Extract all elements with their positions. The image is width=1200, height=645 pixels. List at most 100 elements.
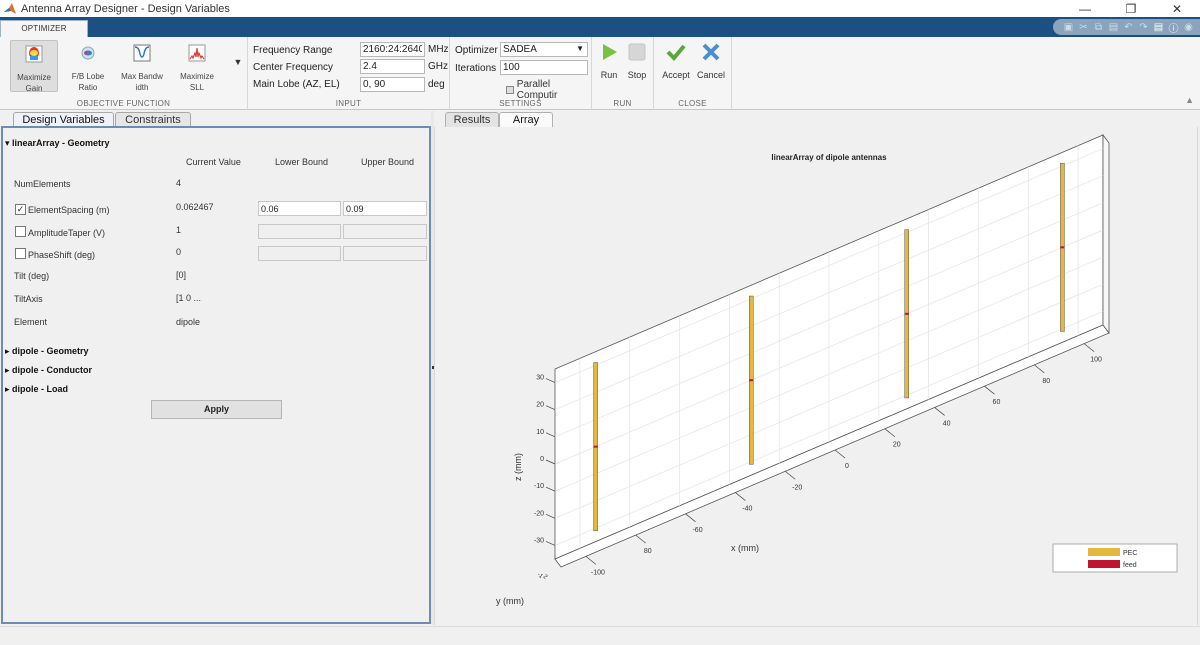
save-icon[interactable]: ▣ bbox=[1062, 21, 1075, 34]
group-dipole-conductor[interactable]: ▸ dipole - Conductor bbox=[5, 365, 92, 376]
accept-button[interactable]: Accept bbox=[659, 42, 693, 80]
elementspacing-lower-input[interactable] bbox=[258, 201, 341, 216]
row-value-amplitudetaper: 1 bbox=[176, 225, 182, 235]
row-label-tilt: Tilt (deg) bbox=[14, 271, 50, 281]
legend-swatch-pec bbox=[1088, 548, 1120, 556]
z-tick bbox=[545, 378, 556, 383]
elementspacing-checkbox[interactable]: ✓ bbox=[15, 204, 26, 215]
maximize-gain-button[interactable]: Maximize Gain bbox=[10, 40, 58, 93]
expand-icon[interactable]: ◉ bbox=[1182, 21, 1195, 34]
z-tick-label: 0 bbox=[540, 456, 544, 463]
fb-lobe-label-2: Ratio bbox=[78, 83, 98, 92]
z-tick-label: -10 bbox=[534, 483, 544, 490]
fb-lobe-ratio-button[interactable]: F/B Lobe Ratio bbox=[64, 40, 112, 92]
optimizer-select[interactable]: SADEA ▼ bbox=[500, 42, 588, 57]
feed-point-4 bbox=[1060, 246, 1065, 249]
objective-function-section: Maximize Gain F/B Lobe Ratio Max Bandw i… bbox=[0, 37, 248, 110]
group-lineararray-geometry[interactable]: ▾ linearArray - Geometry bbox=[5, 138, 110, 149]
status-bar bbox=[0, 626, 1200, 645]
elementspacing-upper-input[interactable] bbox=[343, 201, 427, 216]
row-value-tiltaxis: [1 0 ... bbox=[176, 293, 202, 303]
x-tick bbox=[934, 407, 945, 416]
center-frequency-input[interactable] bbox=[360, 59, 425, 74]
amplitudetaper-upper-input[interactable] bbox=[343, 224, 427, 239]
array-view-panel: linearArray of dipole antennas 30 20 10 0 -1… bbox=[434, 127, 1198, 625]
y-axis-label: y (mm) bbox=[496, 596, 524, 606]
ribbon: Maximize Gain F/B Lobe Ratio Max Bandw i… bbox=[0, 37, 1200, 110]
x-tick bbox=[784, 470, 796, 480]
z-tick bbox=[545, 513, 556, 519]
z-tick bbox=[545, 541, 556, 546]
max-bandwidth-label-2: idth bbox=[135, 83, 149, 92]
frequency-range-unit: MHz bbox=[428, 44, 449, 55]
amplitudetaper-lower-input[interactable] bbox=[258, 224, 341, 239]
close-section-label: CLOSE bbox=[678, 99, 707, 108]
legend-swatch-feed bbox=[1088, 560, 1120, 568]
main-lobe-input[interactable] bbox=[360, 77, 425, 92]
stop-button[interactable]: Stop bbox=[620, 42, 654, 80]
cancel-label: Cancel bbox=[696, 70, 725, 80]
apply-button[interactable]: Apply bbox=[151, 400, 282, 419]
x-tick-label: 40 bbox=[943, 420, 951, 427]
x-axis-label: x (mm) bbox=[731, 543, 759, 553]
layout-icon[interactable]: ▤ bbox=[1152, 21, 1165, 34]
amplitudetaper-checkbox[interactable] bbox=[15, 226, 26, 237]
maximize-sll-label-2: SLL bbox=[189, 83, 205, 92]
maximize-sll-label-1: Maximize bbox=[180, 72, 214, 81]
z-tick-label: -30 bbox=[534, 537, 544, 544]
more-objectives-dropdown[interactable]: ▼ bbox=[232, 57, 244, 77]
x-tick-label: 80 bbox=[1042, 378, 1050, 385]
x-tick-label: 60 bbox=[993, 399, 1001, 406]
tab-results[interactable]: Results bbox=[445, 112, 499, 128]
copy-icon[interactable]: ⧉ bbox=[1092, 21, 1105, 34]
tab-optimizer[interactable]: OPTIMIZER bbox=[0, 20, 88, 37]
window-titlebar: Antenna Array Designer - Design Variable… bbox=[0, 0, 1200, 17]
array-3d-plot[interactable]: linearArray of dipole antennas 3020100-1… bbox=[435, 127, 1199, 625]
legend: PEC feed bbox=[1052, 543, 1178, 573]
group-dipole-geometry[interactable]: ▸ dipole - Geometry bbox=[5, 346, 89, 357]
z-tick bbox=[545, 432, 556, 438]
iterations-input[interactable] bbox=[500, 60, 588, 75]
close-button[interactable]: ✕ bbox=[1154, 0, 1200, 17]
phaseshift-checkbox[interactable] bbox=[15, 248, 26, 259]
play-icon bbox=[603, 44, 617, 60]
tab-array[interactable]: Array bbox=[499, 112, 553, 128]
frequency-range-label: Frequency Range bbox=[253, 45, 333, 56]
input-section: Frequency Range MHz Center Frequency GHz… bbox=[248, 37, 450, 110]
cancel-button[interactable]: Cancel bbox=[694, 42, 728, 80]
restore-button[interactable]: ❐ bbox=[1108, 0, 1154, 17]
phaseshift-upper-input[interactable] bbox=[343, 246, 427, 261]
x-tick-label: -100 bbox=[591, 569, 605, 576]
stop-icon bbox=[628, 43, 646, 61]
phaseshift-lower-input[interactable] bbox=[258, 246, 341, 261]
row-value-phaseshift: 0 bbox=[176, 247, 182, 257]
max-bandwidth-button[interactable]: Max Bandw idth bbox=[118, 40, 166, 92]
cut-icon[interactable]: ✂ bbox=[1077, 21, 1090, 34]
paste-icon[interactable]: ▤ bbox=[1107, 21, 1120, 34]
feed-point-1 bbox=[593, 445, 598, 448]
maximize-sll-button[interactable]: Maximize SLL bbox=[173, 40, 221, 92]
collapse-ribbon-icon[interactable]: ▲ bbox=[1185, 95, 1194, 105]
row-value-tilt: [0] bbox=[176, 270, 187, 280]
accept-label: Accept bbox=[662, 70, 690, 80]
x-tick bbox=[834, 449, 846, 459]
x-tick-label: 100 bbox=[1090, 357, 1102, 364]
group-dipole-load[interactable]: ▸ dipole - Load bbox=[5, 384, 68, 395]
z-tick-label: 20 bbox=[536, 402, 544, 409]
iterations-label: Iterations bbox=[455, 63, 497, 74]
row-label-element: Element bbox=[14, 317, 48, 327]
optimizer-value: SADEA bbox=[503, 44, 537, 55]
frequency-range-input[interactable] bbox=[360, 42, 425, 57]
minimize-button[interactable]: — bbox=[1062, 0, 1108, 17]
help-icon[interactable]: ⓘ bbox=[1167, 21, 1180, 35]
redo-icon[interactable]: ↷ bbox=[1137, 21, 1150, 34]
parallel-computing-option[interactable]: Parallel Computir bbox=[506, 79, 591, 101]
z-axis-label: z (mm) bbox=[513, 453, 523, 481]
run-section: Run Stop RUN bbox=[592, 37, 654, 110]
parallel-computing-checkbox[interactable] bbox=[506, 86, 514, 94]
x-tick-label: 80 bbox=[644, 548, 652, 555]
maximize-gain-label-2: Gain bbox=[25, 84, 43, 93]
undo-icon[interactable]: ↶ bbox=[1122, 21, 1135, 34]
row-label-numelements: NumElements bbox=[14, 179, 71, 189]
cancel-x-icon bbox=[702, 43, 720, 61]
